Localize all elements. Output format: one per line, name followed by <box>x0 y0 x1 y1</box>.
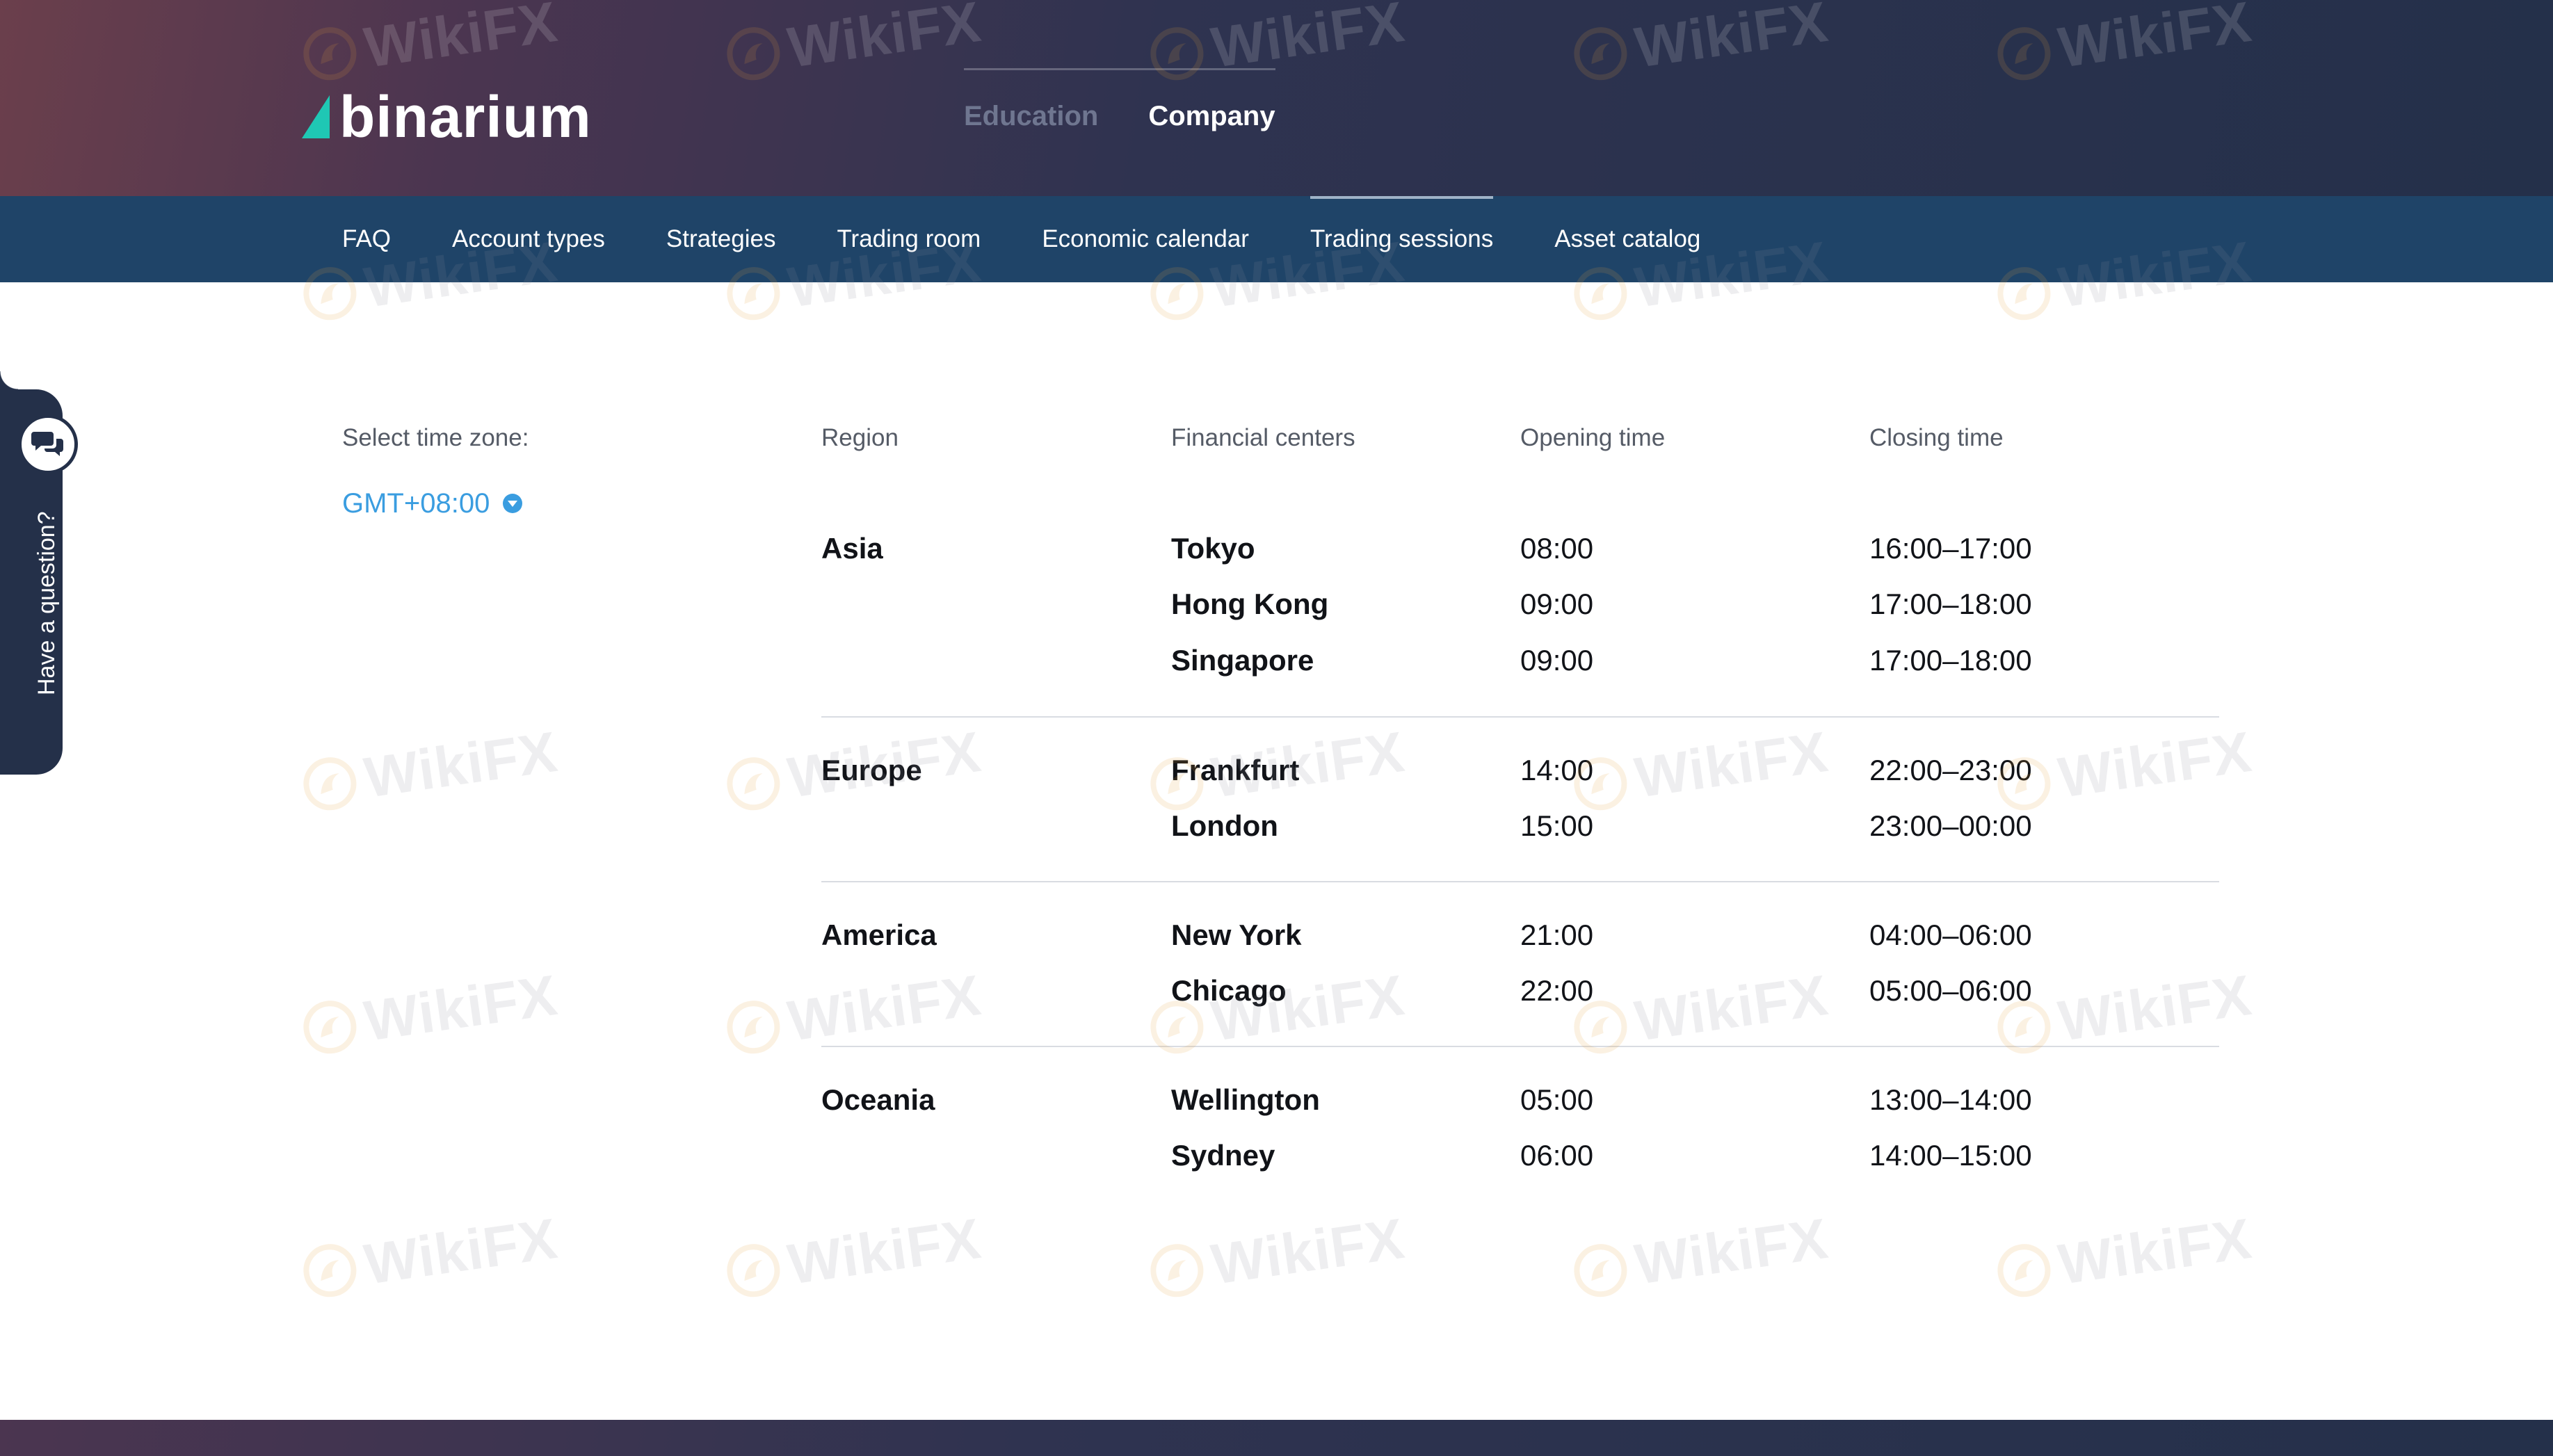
watermark: WikiFX <box>1145 1206 1408 1307</box>
table-row: New York 21:00 04:00–06:00 <box>821 916 2219 954</box>
wikifx-logo-icon <box>299 996 360 1058</box>
sub-nav-trading-sessions[interactable]: Trading sessions <box>1310 196 1494 282</box>
chat-button[interactable] <box>18 414 78 474</box>
sub-nav-items: FAQ Account types Strategies Trading roo… <box>342 196 1762 282</box>
table-row: Frankfurt 14:00 22:00–23:00 <box>821 752 2219 789</box>
help-tab-label[interactable]: Have a question? <box>33 511 61 695</box>
watermark-text: WikiFX <box>360 1206 562 1297</box>
footer-bar <box>0 1420 2553 1456</box>
financial-center: London <box>1171 809 1278 842</box>
closing-time: 22:00–23:00 <box>1869 754 2032 786</box>
opening-time: 09:00 <box>1520 644 1594 677</box>
watermark-text: WikiFX <box>784 1206 985 1297</box>
watermark: WikiFX <box>1569 1206 1832 1307</box>
header-opening-time: Opening time <box>1520 424 1666 451</box>
wikifx-logo-icon <box>723 753 784 814</box>
financial-center: Chicago <box>1171 974 1287 1007</box>
top-header: binarium Education Company <box>0 0 2553 196</box>
top-nav-education[interactable]: Education <box>964 70 1098 154</box>
watermark: WikiFX <box>298 720 561 820</box>
opening-time: 05:00 <box>1520 1083 1594 1116</box>
watermark-text: WikiFX <box>2054 1206 2256 1297</box>
header-closing-time: Closing time <box>1869 424 2004 451</box>
header-financial-centers: Financial centers <box>1171 424 1355 451</box>
opening-time: 15:00 <box>1520 809 1594 842</box>
sub-nav-strategies[interactable]: Strategies <box>666 196 776 282</box>
closing-time: 23:00–00:00 <box>1869 809 2032 842</box>
table-row: Tokyo 08:00 16:00–17:00 <box>821 530 2219 567</box>
sub-nav-account-types[interactable]: Account types <box>452 196 605 282</box>
wikifx-logo-icon <box>723 1240 784 1301</box>
opening-time: 14:00 <box>1520 754 1594 786</box>
opening-time: 22:00 <box>1520 974 1594 1007</box>
financial-center: Frankfurt <box>1171 754 1300 786</box>
table-row: Sydney 06:00 14:00–15:00 <box>821 1137 2219 1174</box>
brand-name: binarium <box>339 84 592 149</box>
financial-center: Tokyo <box>1171 532 1255 565</box>
chevron-down-circle-icon <box>503 494 523 513</box>
table-row: Hong Kong 09:00 17:00–18:00 <box>821 585 2219 623</box>
region-group-oceania: Oceania Wellington 05:00 13:00–14:00 Syd… <box>821 1081 2219 1192</box>
watermark-text: WikiFX <box>1631 1206 1833 1297</box>
financial-center: New York <box>1171 919 1302 951</box>
closing-time: 04:00–06:00 <box>1869 919 2032 951</box>
wikifx-logo-icon <box>1146 1240 1207 1301</box>
closing-time: 05:00–06:00 <box>1869 974 2032 1007</box>
closing-time: 13:00–14:00 <box>1869 1083 2032 1116</box>
region-group-asia: Asia Tokyo 08:00 16:00–17:00 Hong Kong 0… <box>821 530 2219 718</box>
timezone-label: Select time zone: <box>342 424 529 451</box>
watermark-text: WikiFX <box>1207 1206 1409 1297</box>
wikifx-logo-icon <box>1570 1240 1631 1301</box>
closing-time: 17:00–18:00 <box>1869 588 2032 620</box>
table-row: London 15:00 23:00–00:00 <box>821 807 2219 845</box>
watermark-text: WikiFX <box>360 963 562 1053</box>
closing-time: 14:00–15:00 <box>1869 1139 2032 1172</box>
brand-mark-icon <box>302 95 330 138</box>
watermark-text: WikiFX <box>360 720 562 810</box>
watermark: WikiFX <box>298 1206 561 1307</box>
page: binarium Education Company FAQ Account t… <box>0 0 2553 1456</box>
watermark: WikiFX <box>298 963 561 1063</box>
closing-time: 16:00–17:00 <box>1869 532 2032 565</box>
sub-nav: FAQ Account types Strategies Trading roo… <box>0 196 2553 282</box>
timezone-select[interactable]: GMT+08:00 <box>342 487 523 520</box>
header-region: Region <box>821 424 899 451</box>
top-nav: Education Company <box>964 68 1275 154</box>
sub-nav-trading-room[interactable]: Trading room <box>837 196 981 282</box>
chat-bubbles-icon <box>31 432 63 456</box>
closing-time: 17:00–18:00 <box>1869 644 2032 677</box>
opening-time: 09:00 <box>1520 588 1594 620</box>
wikifx-logo-icon <box>299 753 360 814</box>
wikifx-logo-icon <box>299 1240 360 1301</box>
table-row: Singapore 09:00 17:00–18:00 <box>821 642 2219 679</box>
top-nav-company[interactable]: Company <box>1148 70 1275 154</box>
table-row: Chicago 22:00 05:00–06:00 <box>821 972 2219 1010</box>
wikifx-logo-icon <box>723 996 784 1058</box>
table-row: Wellington 05:00 13:00–14:00 <box>821 1081 2219 1119</box>
financial-center: Sydney <box>1171 1139 1275 1172</box>
wikifx-logo-icon <box>1993 1240 2054 1301</box>
financial-center: Wellington <box>1171 1083 1320 1116</box>
timezone-value: GMT+08:00 <box>342 488 490 519</box>
opening-time: 21:00 <box>1520 919 1594 951</box>
watermark: WikiFX <box>722 1206 985 1307</box>
sub-nav-faq[interactable]: FAQ <box>342 196 391 282</box>
watermark: WikiFX <box>1992 1206 2255 1307</box>
opening-time: 06:00 <box>1520 1139 1594 1172</box>
brand-logo[interactable]: binarium <box>302 82 592 152</box>
financial-center: Singapore <box>1171 644 1314 677</box>
region-group-europe: Europe Frankfurt 14:00 22:00–23:00 Londo… <box>821 752 2219 882</box>
region-group-america: America New York 21:00 04:00–06:00 Chica… <box>821 916 2219 1047</box>
sub-nav-economic-calendar[interactable]: Economic calendar <box>1042 196 1249 282</box>
opening-time: 08:00 <box>1520 532 1594 565</box>
financial-center: Hong Kong <box>1171 588 1329 620</box>
sub-nav-asset-catalog[interactable]: Asset catalog <box>1554 196 1700 282</box>
